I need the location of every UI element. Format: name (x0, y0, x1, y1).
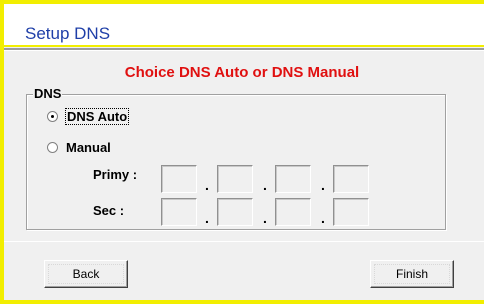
primary-octet-2[interactable] (217, 165, 253, 193)
secondary-dot-1: . (205, 210, 209, 226)
radio-dns-auto[interactable]: DNS Auto (47, 108, 130, 125)
window-title: Setup DNS (25, 24, 111, 43)
manual-label: Manual (66, 140, 111, 155)
primary-dot-2: . (263, 177, 267, 193)
secondary-octet-4[interactable] (333, 198, 369, 226)
finish-button[interactable]: Finish (370, 260, 454, 288)
dns-auto-label: DNS Auto (64, 108, 130, 125)
radio-button-unchecked[interactable] (47, 142, 58, 153)
primary-octet-4[interactable] (333, 165, 369, 193)
radio-button-checked[interactable] (47, 111, 58, 122)
primary-dot-3: . (321, 177, 325, 193)
instruction-text: Choice DNS Auto or DNS Manual (124, 64, 360, 81)
secondary-dot-3: . (321, 210, 325, 226)
secondary-dns-label: Sec : (93, 203, 125, 218)
primary-octet-3[interactable] (275, 165, 311, 193)
radio-manual[interactable]: Manual (47, 140, 111, 155)
secondary-octet-2[interactable] (217, 198, 253, 226)
secondary-octet-1[interactable] (161, 198, 197, 226)
back-button-label: Back (72, 267, 100, 281)
footer-divider (4, 241, 484, 242)
back-button[interactable]: Back (44, 260, 128, 288)
header-divider-highlight (4, 50, 484, 51)
dns-group-label: DNS (33, 86, 63, 101)
primary-octet-1[interactable] (161, 165, 197, 193)
primary-dot-1: . (205, 177, 209, 193)
finish-button-label: Finish (395, 267, 428, 281)
title-bar: Setup DNS (4, 4, 484, 47)
secondary-octet-3[interactable] (275, 198, 311, 226)
secondary-dot-2: . (263, 210, 267, 226)
dns-group-box: DNS DNS Auto Manual Primy : . . . Sec : … (26, 86, 446, 230)
primary-dns-label: Primy : (93, 167, 138, 182)
